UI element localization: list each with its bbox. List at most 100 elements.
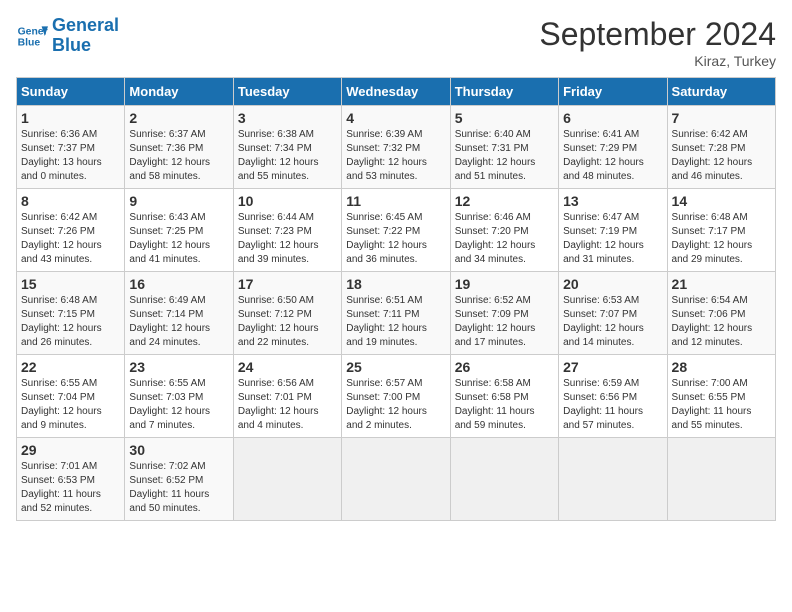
calendar-header-cell: Friday <box>559 78 667 106</box>
day-info: Sunrise: 6:43 AMSunset: 7:25 PMDaylight:… <box>129 211 228 267</box>
day-info: Sunrise: 6:49 AMSunset: 7:14 PMDaylight:… <box>129 294 228 350</box>
day-info: Sunrise: 6:39 AMSunset: 7:32 PMDaylight:… <box>346 128 445 184</box>
calendar-cell: 27Sunrise: 6:59 AMSunset: 6:56 PMDayligh… <box>559 355 667 438</box>
day-number: 5 <box>455 110 554 126</box>
calendar-cell: 26 Sunrise: 6:58 AMSunset: 6:58 PMDayligh… <box>450 355 558 438</box>
day-number: 17 <box>238 276 337 292</box>
day-number: 18 <box>346 276 445 292</box>
calendar-week-row: 15 Sunrise: 6:48 AMSunset: 7:15 PMDayligh… <box>17 272 776 355</box>
day-number: 19 <box>455 276 554 292</box>
day-number: 22 <box>21 359 120 375</box>
day-info: Sunrise: 6:44 AMSunset: 7:23 PMDaylight:… <box>238 211 337 267</box>
calendar-cell: 15 Sunrise: 6:48 AMSunset: 7:15 PMDayligh… <box>17 272 125 355</box>
calendar-header-cell: Saturday <box>667 78 775 106</box>
day-number: 25 <box>346 359 445 375</box>
day-number: 3 <box>238 110 337 126</box>
day-number: 29 <box>21 442 120 458</box>
day-info: Sunrise: 6:42 AMSunset: 7:28 PMDaylight:… <box>672 128 771 184</box>
calendar-week-row: 8 Sunrise: 6:42 AMSunset: 7:26 PMDaylight… <box>17 189 776 272</box>
day-number: 9 <box>129 193 228 209</box>
day-number: 8 <box>21 193 120 209</box>
calendar-cell: 23 Sunrise: 6:55 AMSunset: 7:03 PMDayligh… <box>125 355 233 438</box>
calendar-cell: 21 Sunrise: 6:54 AMSunset: 7:06 PMDayligh… <box>667 272 775 355</box>
calendar-cell: 7Sunrise: 6:42 AMSunset: 7:28 PMDaylight… <box>667 106 775 189</box>
calendar-cell: 5 Sunrise: 6:40 AMSunset: 7:31 PMDaylight… <box>450 106 558 189</box>
day-number: 4 <box>346 110 445 126</box>
logo: General Blue GeneralBlue <box>16 16 119 56</box>
day-info: Sunrise: 6:53 AMSunset: 7:07 PMDaylight:… <box>563 294 662 350</box>
day-number: 15 <box>21 276 120 292</box>
day-number: 11 <box>346 193 445 209</box>
day-info: Sunrise: 6:55 AMSunset: 7:04 PMDaylight:… <box>21 377 120 433</box>
location-subtitle: Kiraz, Turkey <box>539 53 776 69</box>
page-header: General Blue GeneralBlue September 2024 … <box>16 16 776 69</box>
calendar-cell: 17 Sunrise: 6:50 AMSunset: 7:12 PMDayligh… <box>233 272 341 355</box>
calendar-cell: 30 Sunrise: 7:02 AMSunset: 6:52 PMDayligh… <box>125 438 233 521</box>
day-info: Sunrise: 6:37 AMSunset: 7:36 PMDaylight:… <box>129 128 228 184</box>
calendar-cell: 19 Sunrise: 6:52 AMSunset: 7:09 PMDayligh… <box>450 272 558 355</box>
calendar-cell: 13Sunrise: 6:47 AMSunset: 7:19 PMDayligh… <box>559 189 667 272</box>
calendar-cell: 4 Sunrise: 6:39 AMSunset: 7:32 PMDaylight… <box>342 106 450 189</box>
calendar-cell: 11 Sunrise: 6:45 AMSunset: 7:22 PMDayligh… <box>342 189 450 272</box>
day-number: 14 <box>672 193 771 209</box>
day-info: Sunrise: 6:52 AMSunset: 7:09 PMDaylight:… <box>455 294 554 350</box>
logo-icon: General Blue <box>16 20 48 52</box>
day-info: Sunrise: 6:58 AMSunset: 6:58 PMDaylight:… <box>455 377 554 433</box>
calendar-cell: 24 Sunrise: 6:56 AMSunset: 7:01 PMDayligh… <box>233 355 341 438</box>
day-info: Sunrise: 6:40 AMSunset: 7:31 PMDaylight:… <box>455 128 554 184</box>
calendar-cell: 22 Sunrise: 6:55 AMSunset: 7:04 PMDayligh… <box>17 355 125 438</box>
calendar-week-row: 1 Sunrise: 6:36 AMSunset: 7:37 PMDaylight… <box>17 106 776 189</box>
calendar-cell: 10 Sunrise: 6:44 AMSunset: 7:23 PMDayligh… <box>233 189 341 272</box>
calendar-cell: 20 Sunrise: 6:53 AMSunset: 7:07 PMDayligh… <box>559 272 667 355</box>
day-number: 30 <box>129 442 228 458</box>
day-info: Sunrise: 6:57 AMSunset: 7:00 PMDaylight:… <box>346 377 445 433</box>
calendar-header-cell: Thursday <box>450 78 558 106</box>
day-info: Sunrise: 7:01 AMSunset: 6:53 PMDaylight:… <box>21 460 120 516</box>
calendar-header-cell: Tuesday <box>233 78 341 106</box>
day-number: 24 <box>238 359 337 375</box>
calendar-header-cell: Monday <box>125 78 233 106</box>
day-number: 21 <box>672 276 771 292</box>
day-number: 13 <box>563 193 662 209</box>
calendar-cell: 6Sunrise: 6:41 AMSunset: 7:29 PMDaylight… <box>559 106 667 189</box>
day-info: Sunrise: 6:54 AMSunset: 7:06 PMDaylight:… <box>672 294 771 350</box>
day-info: Sunrise: 6:50 AMSunset: 7:12 PMDaylight:… <box>238 294 337 350</box>
day-info: Sunrise: 6:46 AMSunset: 7:20 PMDaylight:… <box>455 211 554 267</box>
calendar-cell: 25 Sunrise: 6:57 AMSunset: 7:00 PMDayligh… <box>342 355 450 438</box>
calendar-cell: 29 Sunrise: 7:01 AMSunset: 6:53 PMDayligh… <box>17 438 125 521</box>
day-number: 1 <box>21 110 120 126</box>
day-info: Sunrise: 6:42 AMSunset: 7:26 PMDaylight:… <box>21 211 120 267</box>
day-number: 23 <box>129 359 228 375</box>
day-info: Sunrise: 6:51 AMSunset: 7:11 PMDaylight:… <box>346 294 445 350</box>
calendar-cell: 2 Sunrise: 6:37 AMSunset: 7:36 PMDaylight… <box>125 106 233 189</box>
day-info: Sunrise: 7:02 AMSunset: 6:52 PMDaylight:… <box>129 460 228 516</box>
day-info: Sunrise: 6:59 AMSunset: 6:56 PMDaylight:… <box>563 377 662 433</box>
calendar-cell: 28Sunrise: 7:00 AMSunset: 6:55 PMDayligh… <box>667 355 775 438</box>
day-number: 20 <box>563 276 662 292</box>
day-number: 2 <box>129 110 228 126</box>
day-number: 26 <box>455 359 554 375</box>
day-number: 12 <box>455 193 554 209</box>
day-info: Sunrise: 6:48 AMSunset: 7:15 PMDaylight:… <box>21 294 120 350</box>
day-info: Sunrise: 6:36 AMSunset: 7:37 PMDaylight:… <box>21 128 120 184</box>
day-info: Sunrise: 6:41 AMSunset: 7:29 PMDaylight:… <box>563 128 662 184</box>
calendar-cell: 14Sunrise: 6:48 AMSunset: 7:17 PMDayligh… <box>667 189 775 272</box>
calendar-header-cell: Sunday <box>17 78 125 106</box>
day-info: Sunrise: 6:56 AMSunset: 7:01 PMDaylight:… <box>238 377 337 433</box>
calendar-cell: 18 Sunrise: 6:51 AMSunset: 7:11 PMDayligh… <box>342 272 450 355</box>
calendar-cell: 12 Sunrise: 6:46 AMSunset: 7:20 PMDayligh… <box>450 189 558 272</box>
calendar-week-row: 29 Sunrise: 7:01 AMSunset: 6:53 PMDayligh… <box>17 438 776 521</box>
day-info: Sunrise: 6:55 AMSunset: 7:03 PMDaylight:… <box>129 377 228 433</box>
day-info: Sunrise: 6:45 AMSunset: 7:22 PMDaylight:… <box>346 211 445 267</box>
calendar-cell <box>342 438 450 521</box>
calendar-table: SundayMondayTuesdayWednesdayThursdayFrid… <box>16 77 776 521</box>
svg-text:Blue: Blue <box>18 37 41 48</box>
calendar-cell <box>667 438 775 521</box>
day-number: 16 <box>129 276 228 292</box>
calendar-header-row: SundayMondayTuesdayWednesdayThursdayFrid… <box>17 78 776 106</box>
calendar-cell: 8 Sunrise: 6:42 AMSunset: 7:26 PMDaylight… <box>17 189 125 272</box>
calendar-cell <box>233 438 341 521</box>
calendar-header-cell: Wednesday <box>342 78 450 106</box>
logo-text: GeneralBlue <box>52 16 119 56</box>
day-number: 10 <box>238 193 337 209</box>
